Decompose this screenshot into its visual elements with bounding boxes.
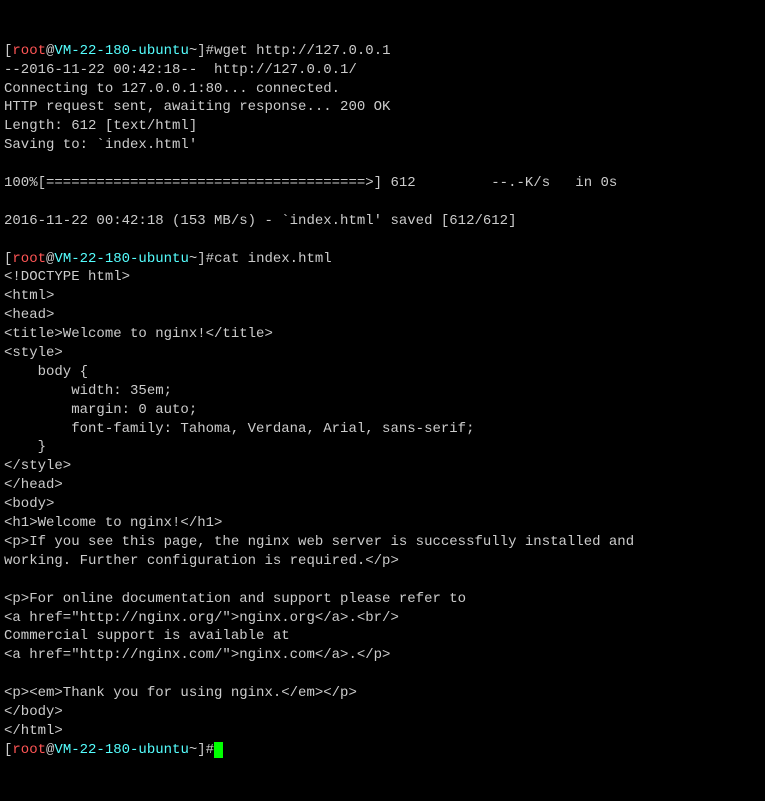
prompt-hash: # xyxy=(206,251,214,267)
prompt-user: root xyxy=(12,742,46,758)
output-line: margin: 0 auto; xyxy=(4,402,197,418)
output-line: <a href="http://nginx.org/">nginx.org</a… xyxy=(4,610,399,626)
prompt-host: VM-22-180-ubuntu xyxy=(54,251,188,267)
output-line: Commercial support is available at xyxy=(4,628,290,644)
terminal-line: [root@VM-22-180-ubuntu~]# xyxy=(4,742,223,758)
output-line: <a href="http://nginx.com/">nginx.com</a… xyxy=(4,647,390,663)
output-line: 2016-11-22 00:42:18 (153 MB/s) - `index.… xyxy=(4,213,516,229)
output-line: 100%[===================================… xyxy=(4,175,617,191)
output-line: <p><em>Thank you for using nginx.</em></… xyxy=(4,685,357,701)
output-line: <html> xyxy=(4,288,54,304)
output-line: </style> xyxy=(4,458,71,474)
output-line: <title>Welcome to nginx!</title> xyxy=(4,326,273,342)
output-line: HTTP request sent, awaiting response... … xyxy=(4,99,390,115)
prompt-tilde: ~ xyxy=(189,43,197,59)
terminal-line: [root@VM-22-180-ubuntu~]#cat index.html xyxy=(4,251,332,267)
output-line: </html> xyxy=(4,723,63,739)
output-line: font-family: Tahoma, Verdana, Arial, san… xyxy=(4,421,474,437)
prompt-hash: # xyxy=(206,43,214,59)
output-line: body { xyxy=(4,364,88,380)
output-line: <style> xyxy=(4,345,63,361)
output-line: </head> xyxy=(4,477,63,493)
output-line: working. Further configuration is requir… xyxy=(4,553,399,569)
prompt-bracket: ] xyxy=(197,742,205,758)
prompt-hash: # xyxy=(206,742,214,758)
output-line: Length: 612 [text/html] xyxy=(4,118,197,134)
cursor-icon[interactable] xyxy=(214,742,223,758)
prompt-tilde: ~ xyxy=(189,742,197,758)
prompt-host: VM-22-180-ubuntu xyxy=(54,742,188,758)
output-line: <p>For online documentation and support … xyxy=(4,591,466,607)
output-line: <body> xyxy=(4,496,54,512)
output-line: --2016-11-22 00:42:18-- http://127.0.0.1… xyxy=(4,62,357,78)
command-input[interactable]: cat index.html xyxy=(214,251,332,267)
prompt-host: VM-22-180-ubuntu xyxy=(54,43,188,59)
output-line: Connecting to 127.0.0.1:80... connected. xyxy=(4,81,340,97)
output-line: width: 35em; xyxy=(4,383,172,399)
prompt-user: root xyxy=(12,251,46,267)
output-line: <h1>Welcome to nginx!</h1> xyxy=(4,515,222,531)
terminal-line: [root@VM-22-180-ubuntu~]#wget http://127… xyxy=(4,43,391,59)
output-line: <!DOCTYPE html> xyxy=(4,269,130,285)
output-line: <head> xyxy=(4,307,54,323)
output-line: Saving to: `index.html' xyxy=(4,137,197,153)
prompt-bracket: ] xyxy=(197,251,205,267)
output-line: </body> xyxy=(4,704,63,720)
command-input[interactable]: wget http://127.0.0.1 xyxy=(214,43,390,59)
prompt-user: root xyxy=(12,43,46,59)
output-line: <p>If you see this page, the nginx web s… xyxy=(4,534,634,550)
prompt-tilde: ~ xyxy=(189,251,197,267)
output-line: } xyxy=(4,439,46,455)
prompt-bracket: ] xyxy=(197,43,205,59)
